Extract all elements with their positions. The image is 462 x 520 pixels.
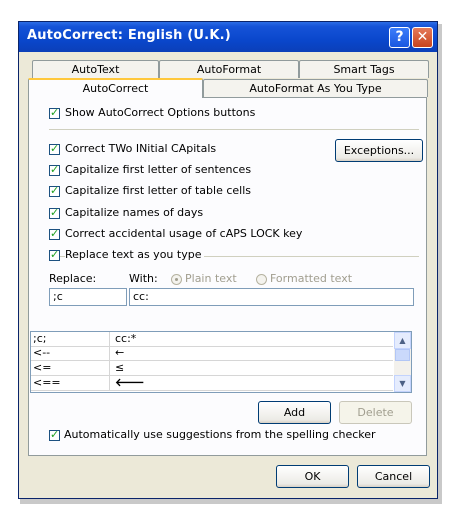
cap-table-cells-label: Capitalize first letter of table cells: [65, 184, 252, 197]
entry-with: ≤: [115, 361, 125, 374]
caps-lock-checkbox[interactable]: [49, 227, 60, 240]
cap-days-checkbox[interactable]: [49, 206, 60, 219]
spelling-suggestions-label: Automatically use suggestions from the s…: [64, 428, 376, 441]
replace-label: Replace:: [49, 272, 97, 285]
ok-button[interactable]: OK: [276, 465, 349, 488]
exceptions-button[interactable]: Exceptions...: [335, 139, 423, 162]
add-button[interactable]: Add: [258, 401, 331, 424]
list-item[interactable]: ;c; cc:*: [31, 332, 393, 347]
plain-text-label: Plain text: [185, 272, 237, 285]
entry-replace: <=: [33, 361, 110, 375]
with-label: With:: [129, 272, 158, 285]
entry-with: 🡐: [115, 376, 145, 389]
entry-with: ←: [115, 346, 125, 359]
separator: [49, 129, 419, 130]
scroll-up-arrow-icon[interactable]: ▲: [394, 332, 411, 349]
replace-input[interactable]: ;c: [49, 288, 127, 306]
cap-sentences-checkbox[interactable]: [49, 163, 60, 176]
spelling-suggestions-checkbox[interactable]: [49, 428, 60, 441]
list-item[interactable]: <= ≤: [31, 361, 393, 376]
show-buttons-checkbox[interactable]: [49, 106, 60, 119]
cap-table-cells-checkbox[interactable]: [49, 184, 60, 197]
cap-sentences-label: Capitalize first letter of sentences: [65, 163, 252, 176]
two-initial-caps-checkbox[interactable]: [49, 142, 60, 155]
tab-smart-tags[interactable]: Smart Tags: [299, 60, 429, 78]
help-button[interactable]: ?: [389, 27, 410, 48]
tab-autoformat-as-you-type[interactable]: AutoFormat As You Type: [203, 79, 428, 97]
scroll-down-arrow-icon[interactable]: ▼: [394, 375, 411, 392]
list-scrollbar[interactable]: ▲ ▼: [394, 332, 411, 392]
entry-replace: ;c;: [33, 332, 110, 346]
title-bar[interactable]: AutoCorrect: English (U.K.) ? ✕: [19, 22, 437, 52]
entry-replace: <--: [33, 346, 110, 360]
list-item[interactable]: <== 🡐: [31, 376, 393, 391]
formatted-text-radio[interactable]: [256, 274, 267, 285]
plain-text-radio[interactable]: [171, 274, 182, 285]
with-input[interactable]: cc:: [129, 288, 414, 306]
autocorrect-entries-list[interactable]: ;c; cc:* <-- ← <= ≤ <== 🡐 ▲ ▼: [30, 331, 412, 393]
two-initial-caps-label: Correct TWo INitial CApitals: [65, 142, 217, 155]
scroll-thumb[interactable]: [395, 349, 410, 361]
replace-text-checkbox[interactable]: [49, 248, 60, 261]
formatted-text-label: Formatted text: [270, 272, 353, 285]
cancel-button[interactable]: Cancel: [357, 465, 430, 488]
window-title: AutoCorrect: English (U.K.): [27, 28, 231, 43]
tab-autoformat[interactable]: AutoFormat: [159, 60, 299, 78]
tab-autocorrect[interactable]: AutoCorrect: [28, 78, 203, 98]
delete-button[interactable]: Delete: [339, 401, 412, 424]
tab-autotext[interactable]: AutoText: [32, 60, 159, 78]
list-item[interactable]: <-- ←: [31, 346, 393, 361]
show-buttons-label: Show AutoCorrect Options buttons: [65, 106, 256, 119]
cap-days-label: Capitalize names of days: [65, 206, 204, 219]
replace-text-label: Replace text as you type: [65, 248, 205, 261]
caps-lock-label: Correct accidental usage of cAPS LOCK ke…: [65, 227, 303, 240]
entry-with: cc:*: [115, 332, 137, 345]
close-button[interactable]: ✕: [412, 27, 433, 48]
entry-replace: <==: [33, 376, 110, 390]
